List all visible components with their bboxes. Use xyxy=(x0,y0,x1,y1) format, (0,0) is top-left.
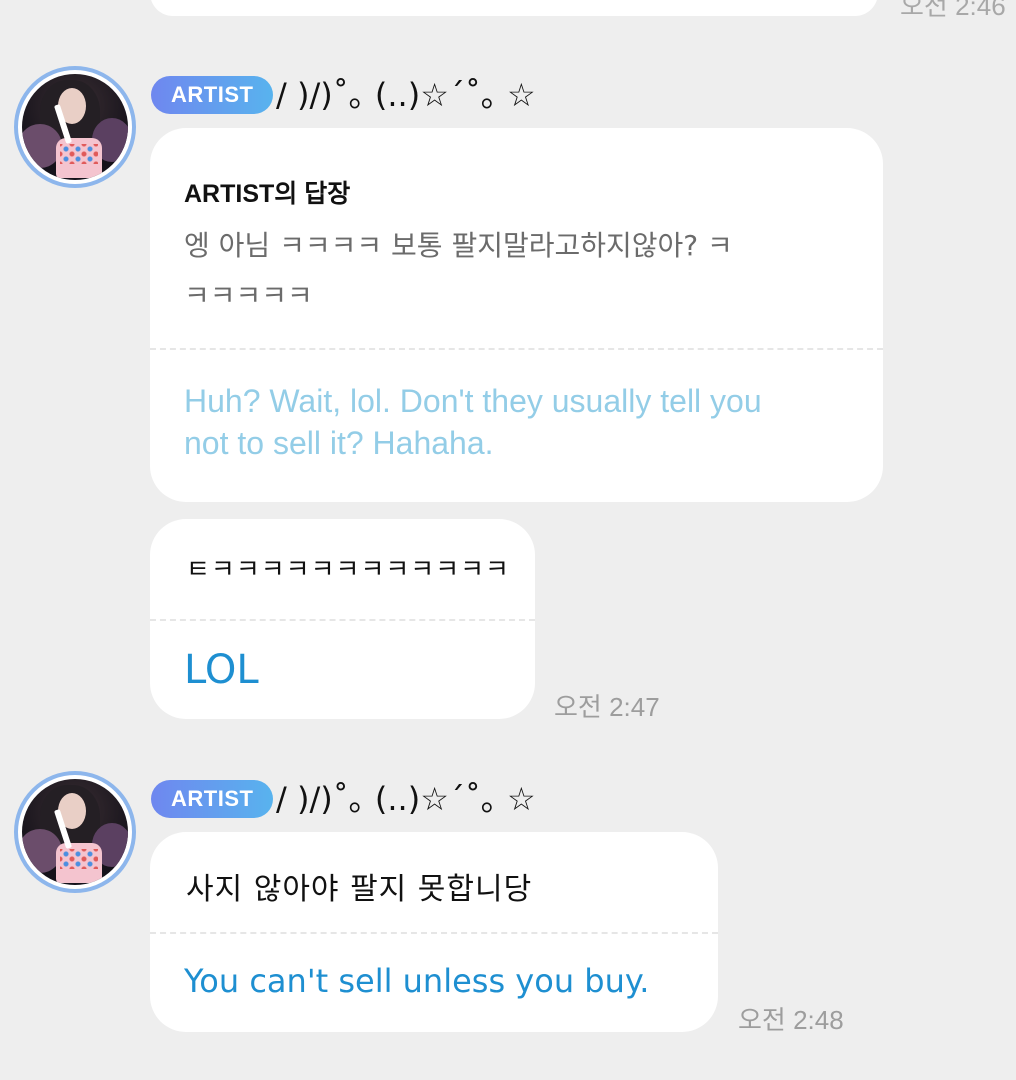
reply-bubble[interactable]: ARTIST의 답장 엥 아님 ㅋㅋㅋㅋ 보통 팔지말라고하지않아? ㅋ ㅋㅋㅋ… xyxy=(150,128,883,502)
avatar-photo xyxy=(22,74,128,180)
translation-divider xyxy=(150,619,535,621)
message-bubble[interactable]: ㅌㅋㅋㅋㅋㅋㅋㅋㅋㅋㅋㅋㅋ LOL xyxy=(150,519,535,719)
reply-korean-line-2: ㅋㅋㅋㅋㅋ xyxy=(184,279,313,312)
translation-divider xyxy=(150,348,883,350)
message-time: 오전 2:47 xyxy=(554,692,660,722)
previous-message-time: 오전 2:46 xyxy=(900,0,1006,21)
artist-nickname: / )/)˚｡ (..)☆´˚｡ ☆ xyxy=(276,76,536,114)
translation-divider xyxy=(150,932,718,934)
previous-message-bubble[interactable] xyxy=(150,0,878,16)
reply-title: ARTIST의 답장 xyxy=(184,180,351,208)
message-english: LOL xyxy=(184,647,259,693)
reply-korean-line-1: 엥 아님 ㅋㅋㅋㅋ 보통 팔지말라고하지않아? ㅋ xyxy=(184,229,733,262)
artist-badge: ARTIST xyxy=(151,780,274,818)
message-time: 오전 2:48 xyxy=(738,1005,844,1035)
avatar-photo xyxy=(22,779,128,885)
artist-avatar[interactable] xyxy=(14,771,136,893)
artist-badge: ARTIST xyxy=(151,76,274,114)
reply-english-line-1: Huh? Wait, lol. Don't they usually tell … xyxy=(184,383,762,419)
message-english: You can't sell unless you buy. xyxy=(184,962,650,1000)
message-korean: ㅌㅋㅋㅋㅋㅋㅋㅋㅋㅋㅋㅋㅋ xyxy=(186,555,510,585)
message-korean: 사지 않아야 팔지 못합니당 xyxy=(186,872,533,907)
message-bubble[interactable]: 사지 않아야 팔지 못합니당 You can't sell unless you… xyxy=(150,832,718,1032)
artist-avatar[interactable] xyxy=(14,66,136,188)
reply-english-line-2: not to sell it? Hahaha. xyxy=(184,425,494,461)
artist-nickname: / )/)˚｡ (..)☆´˚｡ ☆ xyxy=(276,780,536,818)
